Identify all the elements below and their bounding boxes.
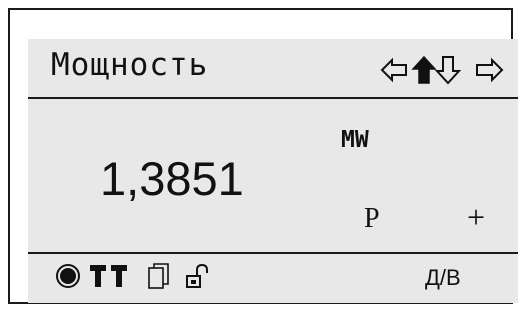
page-title: Мощность xyxy=(51,47,209,83)
navigation-arrows xyxy=(380,55,504,85)
pages-icon xyxy=(148,263,169,289)
unlocked-padlock-icon xyxy=(186,263,208,288)
status-icons xyxy=(56,261,256,291)
arrow-left-icon[interactable] xyxy=(380,57,407,83)
record-dot-icon xyxy=(56,264,80,288)
double-t-icon xyxy=(90,265,127,287)
arrow-right-icon[interactable] xyxy=(476,57,504,83)
device-frame: Мощность MW 1,3851 P + Д/В xyxy=(8,8,518,304)
arrow-down-icon[interactable] xyxy=(434,56,462,85)
quantity-letter: P xyxy=(364,203,380,234)
unit-label: MW xyxy=(341,127,369,153)
arrow-up-filled-icon[interactable] xyxy=(411,55,437,84)
measured-value: 1,3851 xyxy=(100,152,244,205)
mode-label: Д/В xyxy=(425,265,461,290)
sign-indicator: + xyxy=(467,199,486,235)
bottom-divider xyxy=(28,252,518,254)
lcd-screen: Мощность MW 1,3851 P + Д/В xyxy=(28,39,518,303)
top-divider xyxy=(28,97,518,99)
